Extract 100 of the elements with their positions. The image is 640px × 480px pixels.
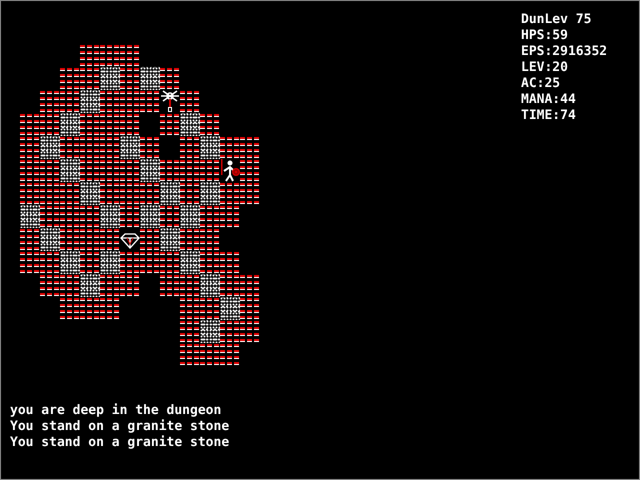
brick-wall-tile: [80, 44, 100, 67]
brick-wall-tile: [240, 297, 260, 320]
brick-wall-tile: [120, 113, 140, 136]
stat-label: EPS:2916352: [521, 44, 608, 60]
brick-wall-tile: [240, 182, 260, 205]
brick-wall-tile: [20, 228, 40, 251]
brick-wall-tile: [180, 90, 200, 113]
brick-wall-tile: [160, 274, 180, 297]
brick-wall-tile: [160, 113, 180, 136]
adventurer-icon: [220, 159, 240, 182]
brick-wall-tile: [80, 205, 100, 228]
granite-tile: [100, 205, 120, 228]
message-line: You stand on a granite stone: [10, 435, 230, 451]
brick-wall-tile: [80, 136, 100, 159]
brick-wall-tile: [100, 159, 120, 182]
brick-wall-tile: [60, 274, 80, 297]
granite-tile: [160, 228, 180, 251]
brick-wall-tile: [40, 113, 60, 136]
brick-wall-tile: [100, 136, 120, 159]
brick-wall-tile: [20, 182, 40, 205]
brick-wall-tile: [200, 113, 220, 136]
granite-tile: [40, 136, 60, 159]
brick-wall-tile: [100, 113, 120, 136]
brick-wall-tile: [20, 136, 40, 159]
brick-wall-tile: [220, 182, 240, 205]
stat-label: AC:25: [521, 76, 562, 92]
brick-wall-tile: [120, 159, 140, 182]
brick-wall-tile: [100, 182, 120, 205]
granite-tile: [20, 205, 40, 228]
brick-wall-tile: [100, 90, 120, 113]
granite-tile: [120, 136, 140, 159]
brick-wall-tile: [40, 205, 60, 228]
brick-wall-tile: [180, 136, 200, 159]
brick-wall-tile: [220, 136, 240, 159]
brick-wall-tile: [120, 90, 140, 113]
wand-icon: [160, 90, 180, 113]
granite-tile: [100, 67, 120, 90]
stat-label: TIME:74: [521, 108, 577, 124]
brick-wall-tile: [180, 320, 200, 343]
message-line: you are deep in the dungeon: [10, 403, 222, 419]
brick-wall-tile: [180, 297, 200, 320]
brick-wall-tile: [160, 205, 180, 228]
granite-tile: [80, 90, 100, 113]
brick-wall-tile: [240, 274, 260, 297]
granite-tile: [200, 182, 220, 205]
brick-wall-tile: [160, 251, 180, 274]
brick-wall-tile: [40, 182, 60, 205]
brick-wall-tile: [80, 251, 100, 274]
granite-tile: [200, 274, 220, 297]
granite-tile: [60, 251, 80, 274]
granite-tile: [140, 205, 160, 228]
brick-wall-tile: [200, 205, 220, 228]
brick-wall-tile: [40, 159, 60, 182]
brick-wall-tile: [40, 90, 60, 113]
brick-wall-tile: [120, 205, 140, 228]
brick-wall-tile: [120, 251, 140, 274]
brick-wall-tile: [140, 251, 160, 274]
brick-wall-tile: [200, 251, 220, 274]
brick-wall-tile: [220, 343, 240, 366]
brick-wall-tile: [180, 159, 200, 182]
granite-tile: [40, 228, 60, 251]
granite-tile: [60, 113, 80, 136]
brick-wall-tile: [220, 205, 240, 228]
brick-wall-tile: [240, 320, 260, 343]
brick-wall-tile: [180, 343, 200, 366]
brick-wall-tile: [100, 297, 120, 320]
brick-wall-tile: [60, 90, 80, 113]
brick-wall-tile: [60, 228, 80, 251]
granite-tile: [200, 320, 220, 343]
brick-wall-tile: [40, 274, 60, 297]
brick-wall-tile: [60, 205, 80, 228]
brick-wall-tile: [20, 251, 40, 274]
brick-wall-tile: [240, 136, 260, 159]
brick-wall-tile: [240, 159, 260, 182]
granite-tile: [200, 136, 220, 159]
brick-wall-tile: [80, 67, 100, 90]
brick-wall-tile: [80, 228, 100, 251]
brick-wall-tile: [140, 228, 160, 251]
brick-wall-tile: [180, 228, 200, 251]
stat-label: HPS:59: [521, 28, 569, 44]
brick-wall-tile: [60, 67, 80, 90]
brick-wall-tile: [200, 297, 220, 320]
granite-tile: [180, 113, 200, 136]
brick-wall-tile: [120, 274, 140, 297]
brick-wall-tile: [60, 136, 80, 159]
brick-wall-tile: [80, 159, 100, 182]
brick-wall-tile: [120, 44, 140, 67]
brick-wall-tile: [200, 159, 220, 182]
brick-wall-tile: [60, 182, 80, 205]
granite-tile: [220, 297, 240, 320]
brick-wall-tile: [40, 251, 60, 274]
granite-tile: [80, 274, 100, 297]
granite-tile: [160, 182, 180, 205]
brick-wall-tile: [100, 44, 120, 67]
stat-label: LEV:20: [521, 60, 569, 76]
brick-wall-tile: [20, 113, 40, 136]
brick-wall-tile: [220, 274, 240, 297]
brick-wall-tile: [120, 182, 140, 205]
granite-tile: [140, 67, 160, 90]
brick-wall-tile: [80, 113, 100, 136]
